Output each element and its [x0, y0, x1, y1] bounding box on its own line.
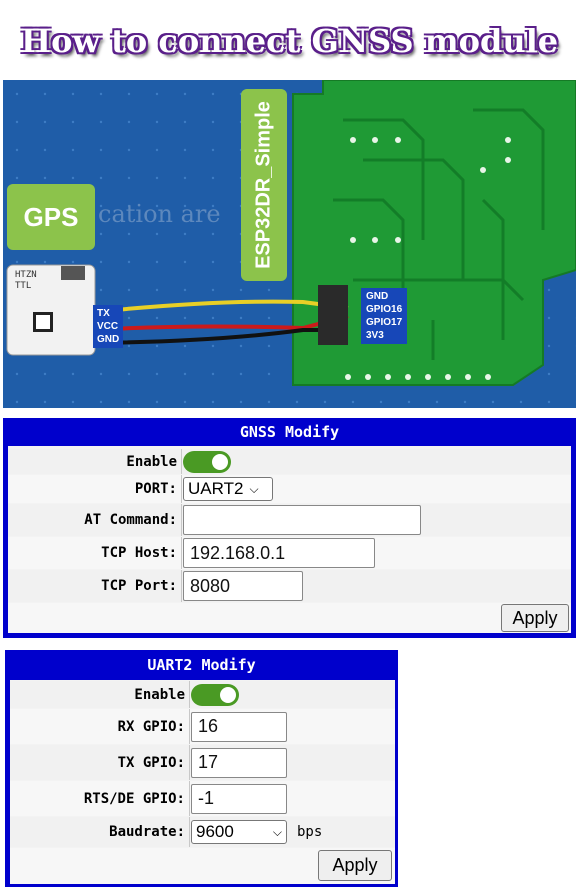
chevron-down-icon: ⌵	[249, 481, 259, 496]
toggle-knob	[220, 686, 236, 703]
gnss-host-input[interactable]: 192.168.0.1	[183, 538, 375, 568]
gps-pin-vcc: VCC	[97, 321, 119, 332]
uart-rts-input[interactable]: -1	[191, 783, 287, 814]
board-label: ESP32DR_Simple	[241, 89, 287, 281]
uart-rx-input[interactable]: 16	[191, 711, 287, 742]
gnss-at-label: AT Command:	[84, 512, 177, 528]
page-title: How to connect GNSS module	[20, 22, 559, 60]
uart-enable-toggle[interactable]	[191, 683, 239, 706]
uart-rx-label: RX GPIO:	[117, 718, 185, 735]
gnss-tcpport-label: TCP Port:	[101, 578, 177, 594]
gnss-tcpport-input[interactable]: 8080	[183, 571, 303, 601]
toggle-knob	[212, 453, 228, 470]
gnss-row-port: PORT: UART2 ⌵	[8, 475, 571, 503]
module-text-line1: HTZN	[15, 270, 37, 280]
gps-label: GPS	[7, 184, 95, 250]
gnss-port-select[interactable]: UART2 ⌵	[183, 477, 273, 501]
module-text-line2: TTL	[15, 281, 32, 291]
uart-baud-label: Baudrate:	[109, 824, 185, 840]
module-text: HTZN TTL	[15, 270, 55, 292]
wiring-photo: GPS cation are ESP32DR_Simple HTZN TTL T…	[3, 80, 576, 408]
gnss-row-tcpport: TCP Port: 8080	[8, 570, 571, 602]
uart-row-apply: Apply	[10, 848, 395, 884]
uart-row-tx: TX GPIO: 17	[10, 745, 395, 780]
gnss-row-at: AT Command:	[8, 504, 571, 536]
uart-enable-label: Enable	[134, 686, 185, 703]
chevron-down-icon: ⌵	[272, 824, 282, 839]
uart-panel: UART2 Modify Enable RX GPIO: 16 TX GPIO:…	[5, 650, 398, 887]
uart-tx-label: TX GPIO:	[117, 754, 185, 771]
uart-row-enable: Enable	[10, 681, 395, 708]
uart-row-rx: RX GPIO: 16	[10, 709, 395, 744]
gnss-panel-header: GNSS Modify	[239, 423, 340, 441]
gnss-row-host: TCP Host: 192.168.0.1	[8, 537, 571, 569]
uart-baud-value: 9600	[196, 822, 234, 841]
board-pin-3v3: 3V3	[366, 330, 384, 341]
uart-baud-select[interactable]: 9600 ⌵	[191, 820, 287, 844]
gps-pin-gnd: GND	[97, 334, 120, 345]
gnss-row-apply: Apply	[8, 603, 571, 633]
gnss-port-label: PORT:	[134, 481, 177, 497]
board-pin-gpio17: GPIO17	[366, 317, 403, 328]
watermark-text: cation are	[98, 200, 221, 228]
board-pin-gnd: GND	[366, 291, 389, 302]
gnss-row-enable: Enable	[8, 449, 571, 474]
board-label-text: ESP32DR_Simple	[252, 101, 275, 269]
uart-tx-input[interactable]: 17	[191, 747, 287, 778]
gps-label-text: GPS	[23, 201, 79, 232]
uart-baud-unit: bps	[297, 824, 323, 840]
gnss-enable-toggle[interactable]	[183, 450, 231, 473]
gnss-at-input[interactable]	[183, 505, 421, 535]
gnss-panel: GNSS Modify Enable PORT: UART2 ⌵ AT Comm…	[3, 418, 576, 638]
board-pin-gpio16: GPIO16	[366, 304, 403, 315]
gps-pin-tx: TX	[97, 308, 110, 319]
uart-apply-button[interactable]: Apply	[318, 850, 392, 881]
uart-row-rts: RTS/DE GPIO: -1	[10, 781, 395, 816]
uart-panel-header: UART2 Modify	[147, 656, 256, 674]
board-pin-labels: GND GPIO16 GPIO17 3V3	[361, 288, 408, 344]
gps-pin-labels: TX VCC GND	[93, 305, 124, 348]
gnss-host-label: TCP Host:	[101, 545, 177, 561]
gnss-apply-button[interactable]: Apply	[501, 604, 569, 632]
uart-rts-label: RTS/DE GPIO:	[83, 790, 185, 807]
uart-row-baud: Baudrate: 9600 ⌵ bps	[10, 817, 395, 847]
gnss-port-value: UART2	[188, 479, 244, 498]
gnss-enable-label: Enable	[126, 453, 177, 470]
